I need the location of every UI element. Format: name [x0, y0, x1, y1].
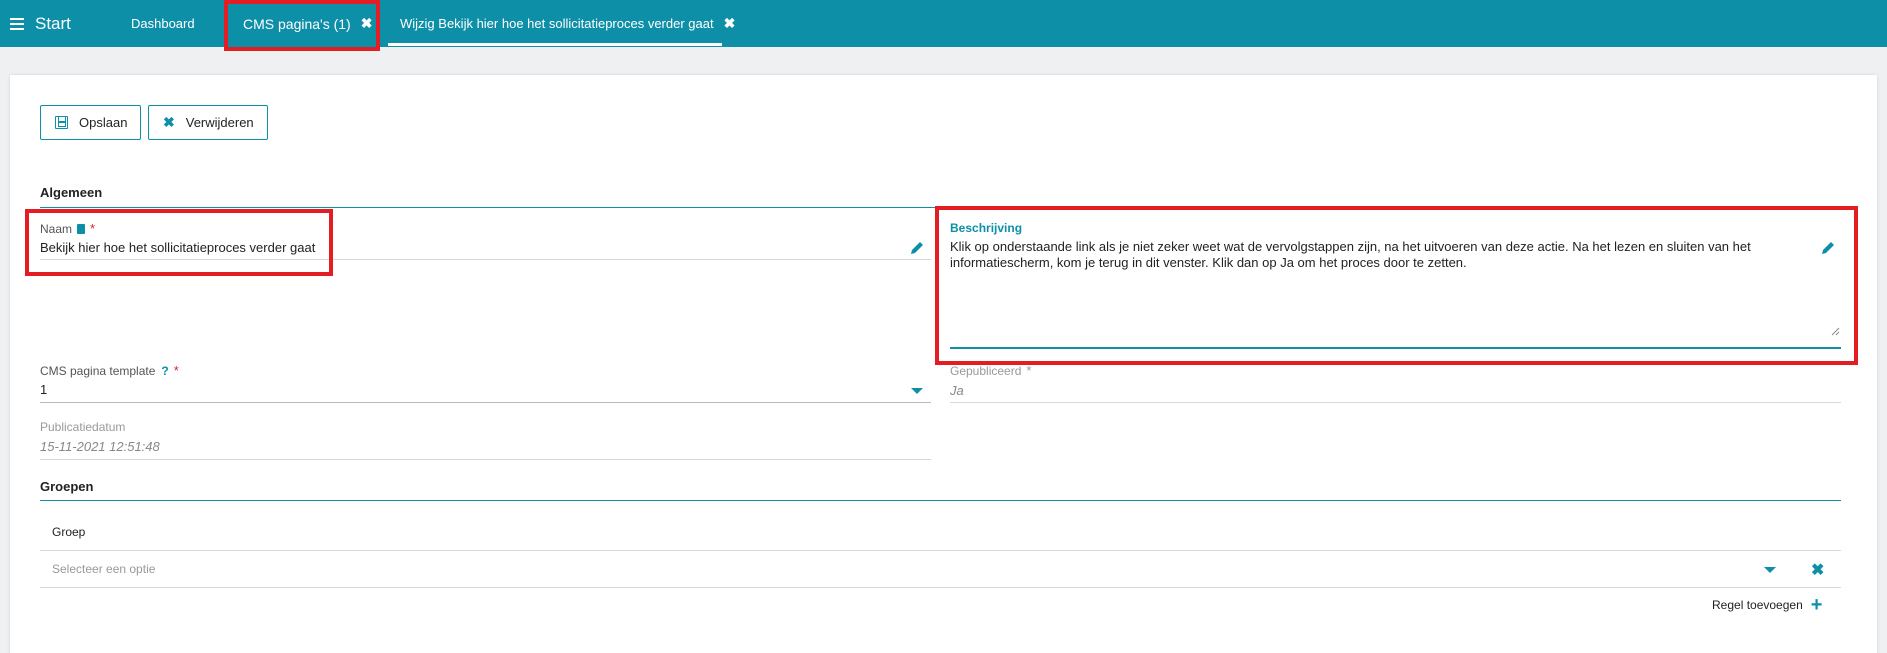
remove-row-icon[interactable]: ✖ — [1811, 560, 1824, 580]
publicatiedatum-label: Publicatiedatum — [40, 420, 126, 434]
chevron-down-icon[interactable] — [1764, 567, 1776, 573]
section-title-groepen: Groepen — [40, 479, 94, 494]
add-row-label: Regel toevoegen — [1712, 598, 1803, 612]
template-underline — [40, 402, 931, 403]
active-tab-indicator — [388, 43, 722, 46]
highlight-box-beschrijving — [935, 206, 1858, 365]
highlight-box-naam — [25, 209, 333, 276]
highlight-box-cms-tab — [224, 0, 380, 51]
close-icon[interactable]: ✖ — [724, 15, 736, 32]
gepubliceerd-underline — [950, 402, 1841, 403]
tab-dashboard[interactable]: Dashboard — [131, 0, 195, 47]
section-divider — [40, 500, 1841, 501]
help-icon[interactable]: ? — [161, 364, 168, 378]
section-title-algemeen: Algemeen — [40, 185, 103, 200]
publicatiedatum-underline — [40, 459, 931, 460]
publicatiedatum-value: 15-11-2021 12:51:48 — [40, 439, 160, 454]
required-marker: * — [173, 363, 179, 378]
tab-wijzig[interactable]: Wijzig Bekijk hier hoe het sollicitatiep… — [400, 0, 735, 47]
gepubliceerd-label: Gepubliceerd — [950, 363, 1022, 378]
pencil-edit-icon[interactable] — [909, 240, 925, 256]
delete-button-label: Verwijderen — [185, 115, 254, 130]
tab-wijzig-label: Wijzig Bekijk hier hoe het sollicitatiep… — [400, 16, 714, 31]
start-menu-button[interactable]: Start — [10, 13, 71, 35]
start-label: Start — [35, 14, 71, 33]
template-label: CMS pagina template — [40, 363, 156, 378]
table-row-divider — [40, 587, 1841, 588]
gepubliceerd-label-group: Gepubliceerd * — [950, 363, 1031, 378]
chevron-down-icon[interactable] — [911, 388, 923, 394]
groep-select[interactable]: Selecteer een optie — [52, 562, 155, 576]
groep-column-header: Groep — [52, 525, 86, 539]
hamburger-menu-icon — [10, 18, 24, 30]
plus-icon: + — [1810, 594, 1823, 616]
gepubliceerd-value: Ja — [950, 383, 964, 398]
save-button-label: Opslaan — [79, 115, 128, 130]
required-marker: * — [1026, 363, 1032, 378]
add-row-button[interactable]: Regel toevoegen + — [1712, 594, 1823, 616]
template-select[interactable]: 1 — [40, 382, 47, 397]
floppy-disk-icon — [55, 116, 68, 129]
delete-button[interactable]: ✖ Verwijderen — [148, 105, 268, 140]
template-label-group: CMS pagina template ? * — [40, 363, 179, 378]
table-row-divider — [40, 550, 1841, 551]
delete-x-icon: ✖ — [163, 114, 175, 130]
tab-dashboard-label: Dashboard — [131, 16, 195, 31]
save-button[interactable]: Opslaan — [40, 105, 141, 140]
